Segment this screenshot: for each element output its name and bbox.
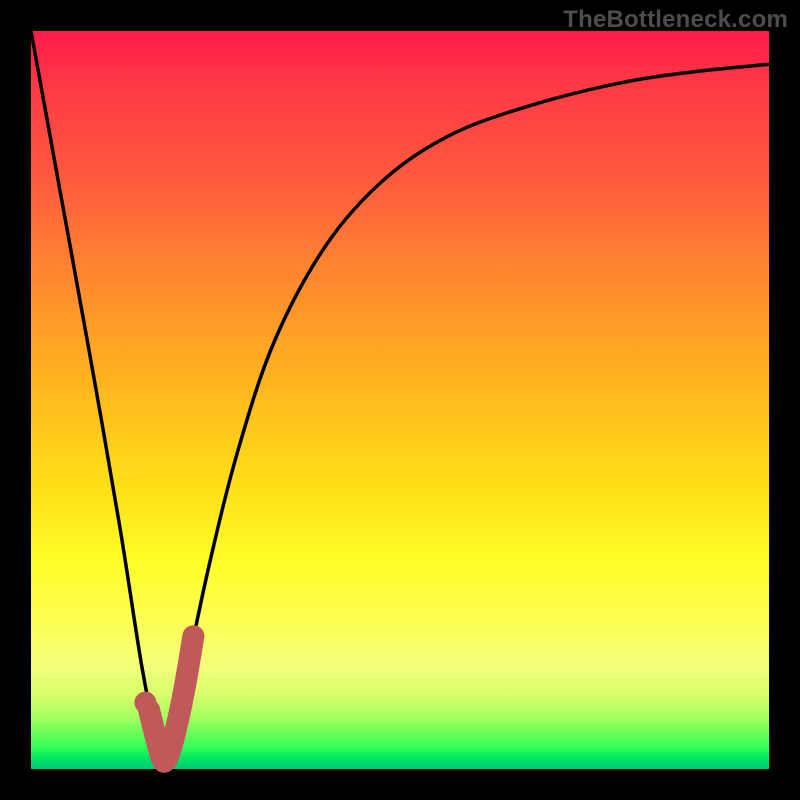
bottleneck-curve-path [31,31,769,762]
chart-frame: TheBottleneck.com [0,0,800,800]
watermark-text: TheBottleneck.com [563,6,788,34]
plot-area [31,31,769,769]
bottleneck-curve-svg [31,31,769,769]
highlight-point [134,692,156,714]
